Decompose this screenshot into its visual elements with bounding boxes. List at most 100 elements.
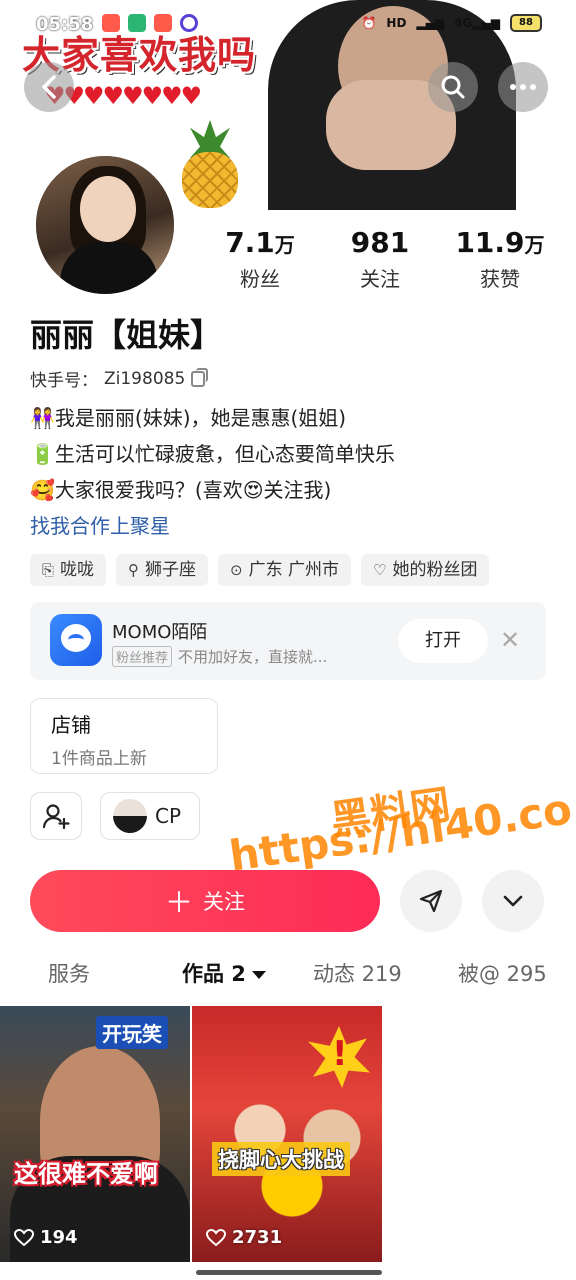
tag-icon: ⎘ (42, 561, 55, 579)
follow-button[interactable]: ＋ 关注 (30, 870, 380, 932)
ad-subtitle: 粉丝推荐 不用加好友，直接就... (112, 646, 327, 667)
shop-card[interactable]: 店铺 1件商品上新 (30, 698, 218, 774)
ad-badge: 粉丝推荐 (112, 646, 173, 667)
tab-mentions[interactable]: 被@ 295 (458, 958, 547, 988)
tab-moments[interactable]: 动态 219 (313, 958, 402, 988)
expand-button[interactable] (482, 870, 544, 932)
avatar[interactable] (32, 152, 178, 298)
video-thumbnail[interactable]: 挠脚心大挑战 2731 (192, 1006, 382, 1262)
chevron-down-icon (503, 895, 523, 907)
battery-icon: 88 (510, 14, 542, 32)
back-button[interactable] (24, 62, 74, 112)
video-badge: 开玩笑 (96, 1016, 168, 1049)
tag-icon: ⚲ (128, 561, 140, 579)
tab-works[interactable]: 作品 2 (182, 958, 266, 988)
cp-avatar (113, 799, 147, 833)
heart-icon: ♡ (373, 561, 387, 579)
ad-description: 不用加好友，直接就... (178, 648, 328, 666)
video-likes: 2731 (206, 1227, 282, 1248)
app-notification-icon (154, 14, 172, 32)
tag-item[interactable]: ⊙ 广东 广州市 (218, 554, 351, 586)
tag-label: 咙咙 (60, 560, 95, 580)
stat-label: 粉丝 (240, 267, 280, 291)
hd-icon: HD (386, 16, 407, 30)
profile-tags: ⎘ 咙咙 ⚲ 狮子座 ⊙ 广东 广州市 ♡ 她的粉丝团 (30, 554, 490, 586)
stat-followers[interactable]: 7.1万 粉丝 (200, 226, 320, 292)
video-caption: 这很难不爱啊 (14, 1160, 158, 1188)
tag-item[interactable]: ⎘ 咙咙 (30, 554, 107, 586)
stat-unit: 万 (524, 233, 545, 257)
chevron-left-icon (42, 75, 56, 99)
user-id-value: Zi198085 (104, 368, 186, 389)
shop-subtitle: 1件商品上新 (51, 749, 147, 769)
heart-outline-icon (14, 1228, 34, 1246)
bio-line: 🥰大家很爱我吗？(喜欢😍关注我) (30, 478, 332, 502)
stat-label: 关注 (360, 267, 400, 291)
pineapple-sticker (178, 120, 240, 208)
close-icon[interactable]: ✕ (500, 626, 520, 654)
video-caption: 挠脚心大挑战 (212, 1142, 350, 1176)
home-indicator[interactable] (196, 1270, 382, 1275)
signal-4g-icon: 4G▂▄▆ (454, 16, 500, 30)
cp-button[interactable]: CP (100, 792, 200, 840)
notification-icons (102, 14, 198, 32)
more-dots-icon (510, 84, 536, 90)
location-icon: ⊙ (230, 561, 243, 579)
add-friend-button[interactable] (30, 792, 82, 840)
copy-icon[interactable] (191, 367, 209, 387)
stat-likes[interactable]: 11.9万 获赞 (440, 226, 560, 292)
status-time: 05:58 (36, 14, 94, 35)
tab-services[interactable]: 服务 (48, 958, 90, 988)
plus-icon: ＋ (164, 886, 193, 919)
video-thumbnail[interactable]: 开玩笑 这很难不爱啊 194 (0, 1006, 190, 1262)
cp-label: CP (155, 804, 182, 828)
profile-stats: 7.1万 粉丝 981 关注 11.9万 获赞 (200, 226, 560, 292)
likes-count: 2731 (232, 1227, 283, 1248)
tag-label: 广东 广州市 (248, 560, 339, 580)
stat-label: 获赞 (480, 267, 520, 291)
cooperation-link[interactable]: 找我合作上聚星 (30, 510, 170, 539)
stat-value: 7.1 (225, 226, 275, 259)
likes-count: 194 (40, 1227, 78, 1248)
search-button[interactable] (428, 62, 478, 112)
ad-open-button[interactable]: 打开 (398, 619, 488, 663)
tag-item[interactable]: ⚲ 狮子座 (116, 554, 209, 586)
ad-title: MOMO陌陌 (112, 622, 208, 643)
shop-title: 店铺 (51, 713, 91, 737)
bio-line: 👭我是丽丽(妹妹)，她是惠惠(姐姐) (30, 406, 347, 430)
stat-following[interactable]: 981 关注 (320, 226, 440, 292)
video-likes: 194 (14, 1227, 78, 1248)
stat-unit: 万 (274, 233, 295, 257)
fan-group-tag[interactable]: ♡ 她的粉丝团 (361, 554, 490, 586)
share-button[interactable] (400, 870, 462, 932)
bio-line: 🔋生活可以忙碌疲惫，但心态要简单快乐 (30, 442, 395, 466)
ad-card[interactable]: MOMO陌陌 粉丝推荐 不用加好友，直接就... 打开 ✕ (30, 602, 546, 680)
momo-logo-icon (50, 614, 102, 666)
profile-bio: 👭我是丽丽(妹妹)，她是惠惠(姐姐) 🔋生活可以忙碌疲惫，但心态要简单快乐 🥰大… (30, 400, 395, 508)
follow-label: 关注 (203, 890, 245, 914)
user-id-label: 快手号： (30, 371, 98, 391)
send-icon (419, 889, 443, 913)
stat-value: 981 (350, 226, 410, 259)
search-icon (441, 75, 465, 99)
user-id: 快手号： Zi198085 (30, 366, 209, 391)
stat-value: 11.9 (455, 226, 525, 259)
status-bar: 05:58 ⏰ HD ▂▄▆ 4G▂▄▆ 88 (0, 0, 576, 50)
app-notification-icon (102, 14, 120, 32)
tab-works-label: 作品 2 (182, 962, 246, 986)
app-notification-icon (180, 14, 198, 32)
heart-outline-icon (206, 1228, 226, 1246)
more-button[interactable] (498, 62, 548, 112)
signal-icon: ▂▄▆ (416, 16, 445, 30)
tag-label: 狮子座 (145, 560, 197, 580)
alarm-icon: ⏰ (361, 16, 377, 30)
video-grid: 开玩笑 这很难不爱啊 194 挠脚心大挑战 2731 (0, 1006, 576, 1262)
profile-tabs: 服务 作品 2 动态 219 被@ 295 (0, 952, 576, 1002)
profile-page: 大家喜欢我吗 ♥♥♥♥♥♥♥♥ 05:58 ⏰ HD ▂▄▆ 4G▂▄▆ 88 (0, 0, 576, 1280)
tag-label: 她的粉丝团 (392, 560, 478, 580)
app-notification-icon (128, 14, 146, 32)
system-status-icons: ⏰ HD ▂▄▆ 4G▂▄▆ 88 (361, 14, 542, 32)
add-user-icon (42, 804, 70, 830)
profile-name: 丽丽【姐妹】 (30, 316, 223, 354)
caret-down-icon (251, 971, 266, 979)
